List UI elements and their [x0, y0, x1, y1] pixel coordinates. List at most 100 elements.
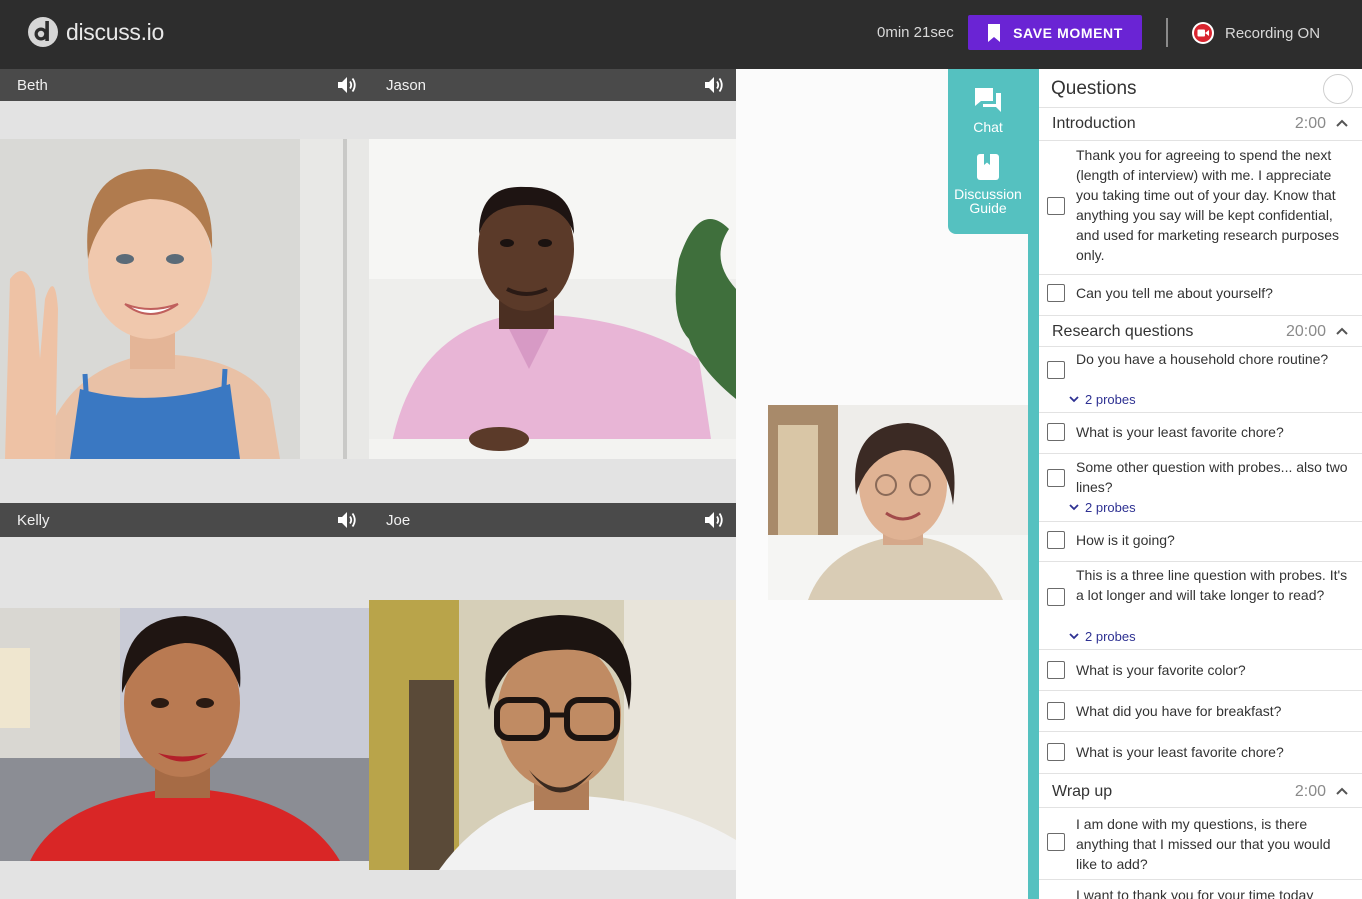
divider	[1039, 274, 1362, 275]
divider	[1039, 773, 1362, 774]
question-text: Thank you for agreeing to spend the next…	[1076, 147, 1340, 263]
chevron-down-icon	[1069, 504, 1079, 511]
speaker-volume-icon[interactable]	[337, 75, 359, 95]
divider	[1039, 690, 1362, 691]
divider	[1039, 521, 1362, 522]
panel-accent-strip	[1028, 69, 1039, 899]
bookmark-icon	[988, 23, 1001, 42]
question-checkbox[interactable]	[1047, 197, 1065, 215]
divider	[1039, 561, 1362, 562]
divider	[1039, 807, 1362, 808]
participant-header-beth: Beth	[0, 69, 369, 101]
tab-discussion-label: Discussion	[954, 186, 1022, 202]
save-moment-button[interactable]: SAVE MOMENT	[968, 15, 1142, 50]
question-checkbox[interactable]	[1047, 284, 1065, 302]
question-checkbox[interactable]	[1047, 833, 1065, 851]
side-tabs: Chat Discussion Guide	[948, 69, 1028, 234]
question-text: What is your least favorite chore?	[1076, 424, 1284, 440]
participant-name: Jason	[386, 76, 427, 94]
divider	[1039, 140, 1362, 141]
divider	[1039, 107, 1362, 108]
discuss-logo-icon	[28, 17, 58, 47]
chevron-up-icon	[1336, 119, 1348, 127]
divider	[1039, 649, 1362, 650]
question-checkbox[interactable]	[1047, 702, 1065, 720]
question-checkbox[interactable]	[1047, 588, 1065, 606]
tab-chat[interactable]: Chat	[948, 86, 1028, 134]
app-logo: discuss.io	[27, 16, 164, 48]
question-text: What is your favorite color?	[1076, 662, 1246, 678]
panel-title: Questions	[1051, 78, 1137, 99]
question-checkbox[interactable]	[1047, 423, 1065, 441]
question-checkbox[interactable]	[1047, 361, 1065, 379]
video-feed-beth[interactable]	[0, 139, 369, 459]
tab-guide-label: Guide	[969, 200, 1007, 216]
probes-toggle[interactable]: 2 probes	[1069, 500, 1136, 515]
speaker-volume-icon[interactable]	[704, 75, 726, 95]
save-moment-label: SAVE MOMENT	[1013, 24, 1123, 41]
question-checkbox[interactable]	[1047, 661, 1065, 679]
probes-toggle[interactable]: 2 probes	[1069, 629, 1136, 644]
section-header-introduction[interactable]: Introduction 2:00	[1039, 109, 1362, 139]
video-feed-moderator[interactable]	[768, 405, 1028, 600]
chevron-down-icon	[1069, 633, 1079, 640]
question-checkbox[interactable]	[1047, 743, 1065, 761]
participant-name: Joe	[386, 511, 411, 529]
question-text: I am done with my questions, is there an…	[1076, 816, 1331, 872]
question-text: Do you have a household chore routine?	[1076, 351, 1329, 367]
section-title: Wrap up	[1052, 783, 1113, 800]
section-duration: 2:00	[1294, 783, 1326, 800]
question-text: Some other question with probes... also …	[1076, 459, 1348, 495]
topbar-divider	[1166, 18, 1168, 47]
book-icon	[977, 154, 999, 180]
chat-bubbles-icon	[975, 88, 1001, 112]
tab-discussion-guide[interactable]: Discussion Guide	[948, 153, 1028, 215]
question-text: How is it going?	[1076, 532, 1175, 548]
divider	[1039, 315, 1362, 316]
section-duration: 2:00	[1294, 115, 1326, 132]
probes-label: 2 probes	[1085, 392, 1136, 407]
chevron-up-icon	[1336, 327, 1348, 335]
speaker-volume-icon[interactable]	[704, 510, 726, 530]
video-feed-joe[interactable]	[369, 600, 736, 870]
question-text: Can you tell me about yourself?	[1076, 285, 1273, 301]
question-text: This is a three line question with probe…	[1076, 567, 1348, 603]
recording-status[interactable]: Recording ON	[1191, 21, 1320, 45]
question-checkbox[interactable]	[1047, 531, 1065, 549]
probes-label: 2 probes	[1085, 629, 1136, 644]
probes-toggle[interactable]: 2 probes	[1069, 392, 1136, 407]
video-feed-kelly[interactable]	[0, 608, 369, 861]
panel-status-circle[interactable]	[1323, 74, 1353, 104]
participant-name: Beth	[17, 76, 48, 94]
video-feed-jason[interactable]	[369, 139, 736, 459]
question-checkbox[interactable]	[1047, 469, 1065, 487]
participant-header-joe: Joe	[369, 503, 736, 537]
chevron-down-icon	[1069, 396, 1079, 403]
probes-label: 2 probes	[1085, 500, 1136, 515]
logo-text: discuss.io	[66, 18, 164, 45]
question-text: What is your least favorite chore?	[1076, 744, 1284, 760]
participant-name: Kelly	[17, 511, 50, 529]
record-camera-icon	[1192, 22, 1214, 44]
divider	[1039, 879, 1362, 880]
section-header-research-questions[interactable]: Research questions 20:00	[1039, 317, 1362, 347]
section-duration: 20:00	[1285, 323, 1326, 340]
divider	[1039, 412, 1362, 413]
participant-header-jason: Jason	[369, 69, 736, 101]
questions-panel: Questions Introduction 2:00 Thank you fo…	[1039, 69, 1362, 899]
section-header-wrap-up[interactable]: Wrap up 2:00	[1039, 777, 1362, 807]
question-text: What did you have for breakfast?	[1076, 703, 1282, 719]
section-title: Introduction	[1052, 115, 1136, 132]
speaker-volume-icon[interactable]	[337, 510, 359, 530]
chevron-up-icon	[1336, 787, 1348, 795]
session-timer: 0min 21sec	[877, 24, 954, 41]
tab-chat-label: Chat	[973, 119, 1003, 135]
recording-label: Recording ON	[1225, 24, 1321, 42]
section-title: Research questions	[1052, 323, 1194, 340]
participant-header-kelly: Kelly	[0, 503, 369, 537]
divider	[1039, 731, 1362, 732]
divider	[1039, 346, 1362, 347]
top-bar: discuss.io 0min 21sec SAVE MOMENT Record…	[0, 0, 1362, 69]
divider	[1039, 453, 1362, 454]
question-text: I want to thank you for your time today	[1076, 887, 1314, 899]
